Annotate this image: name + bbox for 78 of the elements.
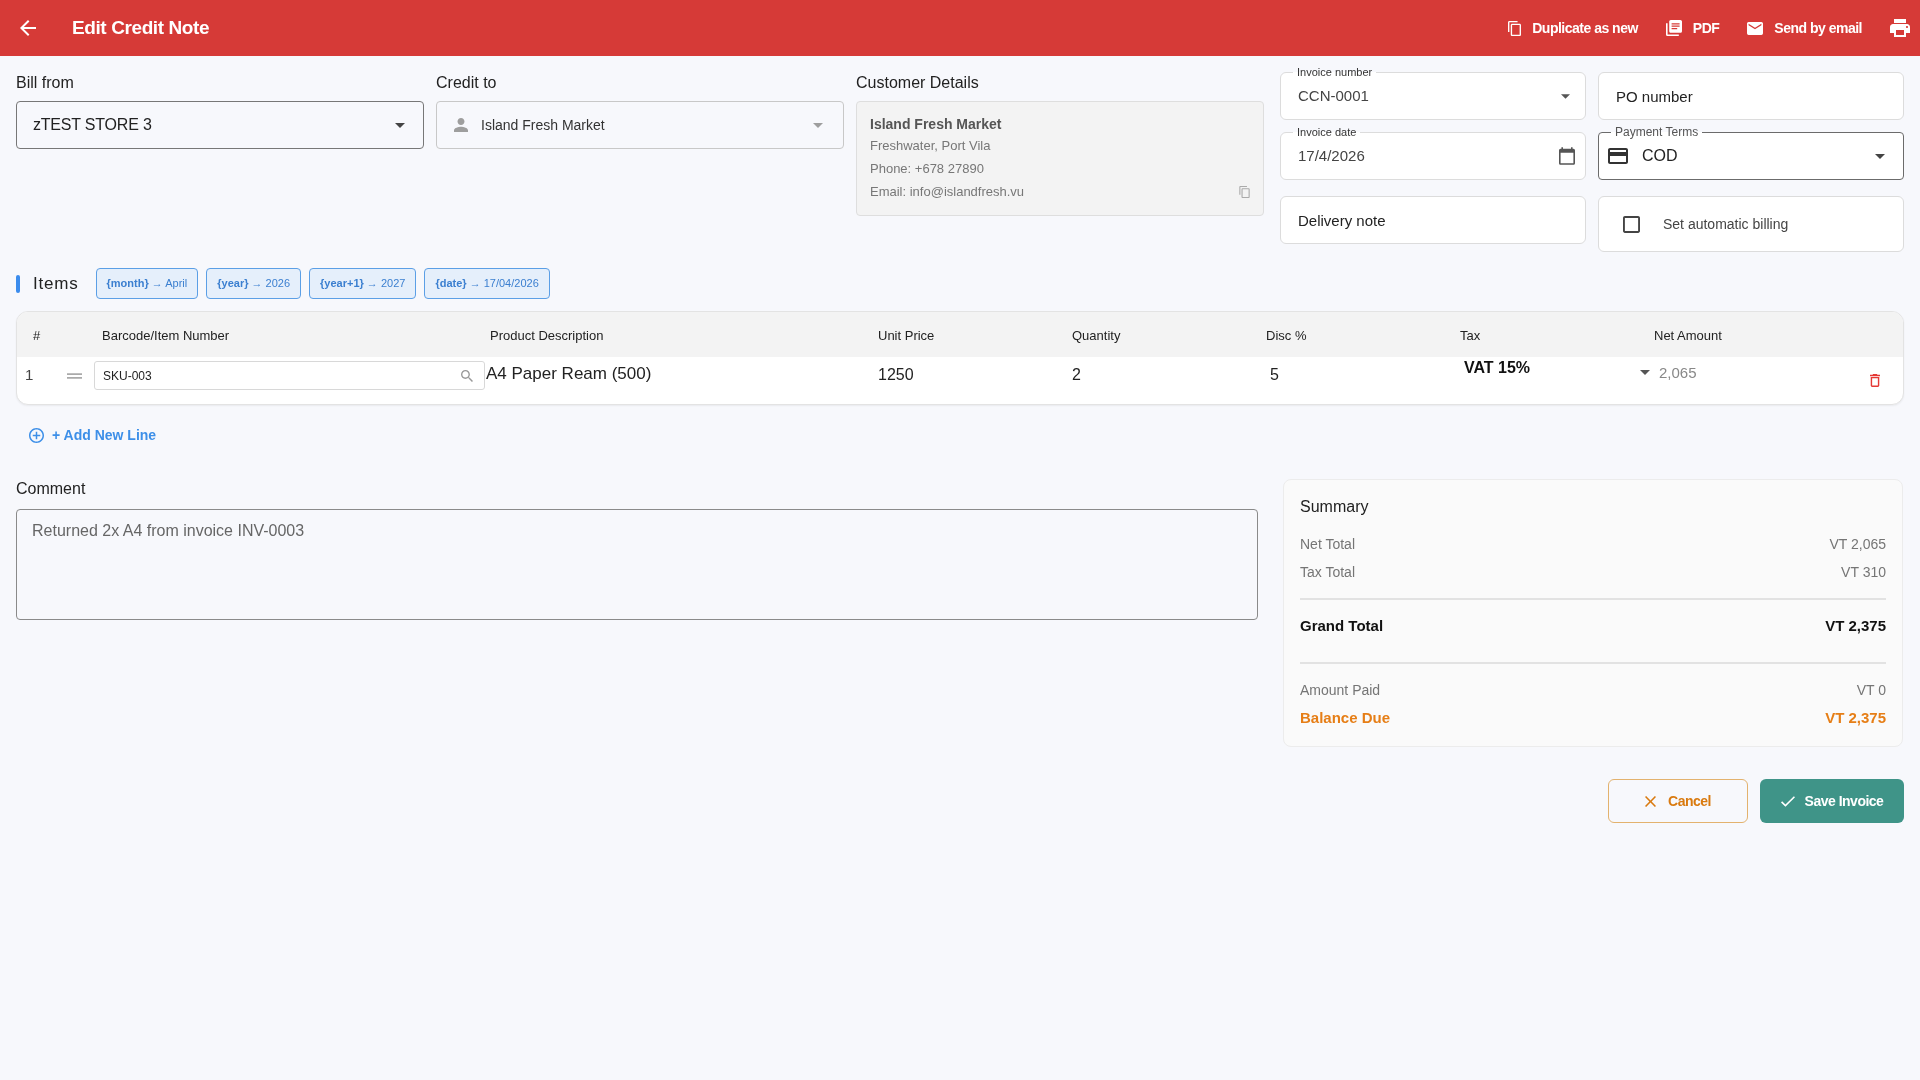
caret-down-icon [813,122,823,128]
customer-info: Phone: +678 27890 [870,160,985,178]
caret-down-icon [1875,153,1885,159]
arrow-left-icon [20,20,36,36]
column-header: Tax [1460,327,1481,343]
column-header: Net Amount [1654,327,1722,343]
pdf-button[interactable]: PDF [1665,17,1720,39]
section-heading: Customer Details [856,73,980,93]
summary-label: Net Total [1300,534,1355,554]
summary-label: Tax Total [1300,562,1355,582]
section-heading: Items [33,272,79,295]
summary-title: Summary [1300,497,1370,517]
token-chip[interactable]: {year+1} → 2027 [309,268,417,299]
dropdown-field[interactable]: zTEST STORE 3 [16,101,424,149]
summary-value: VT 2,065 [1829,534,1886,554]
checkbox-icon[interactable] [1623,215,1640,233]
comment-field[interactable]: Returned 2x A4 from invoice INV-0003 [16,509,1258,620]
printer-icon [1890,19,1910,37]
print-button[interactable] [1890,19,1910,37]
caret-down-icon [1640,370,1650,375]
page-title: Edit Credit Note [72,15,210,40]
field-label: Comment [16,479,87,499]
token-chip[interactable]: {year} → 2026 [206,268,302,299]
table-cell: 2,065 [1659,364,1697,381]
column-header: Product Description [490,327,604,343]
summary-value: VT 2,375 [1825,615,1886,636]
dropdown-field[interactable]: Island Fresh Market [436,101,844,149]
field-label: Invoice number [1293,65,1377,79]
mail-icon [1747,21,1764,35]
row-number: 1 [25,365,34,386]
table-cell: 1250 [878,366,914,383]
field-label: Invoice date [1293,125,1361,139]
summary-label: Grand Total [1300,615,1384,636]
tax-select[interactable]: VAT 15% [1456,357,1650,379]
trash-icon[interactable] [1870,374,1880,387]
accent-bar [16,274,20,293]
table-cell: A4 Paper Ream (500) [486,364,652,383]
column-header: Disc % [1266,327,1307,343]
back-button[interactable] [20,20,36,36]
customer-info: Email: info@islandfresh.vu [870,183,1025,201]
cancel-button[interactable]: Cancel [1608,779,1748,823]
add-line-button[interactable]: + Add New Line [29,425,157,445]
table-cell: 5 [1270,366,1279,383]
drag-handle-icon[interactable] [67,372,83,379]
column-header: Quantity [1072,327,1121,343]
column-header: # [33,327,41,343]
email-button[interactable]: Send by email [1747,17,1862,39]
input-field[interactable]: Delivery note [1280,196,1586,244]
summary-value: VT 0 [1856,680,1886,700]
save-button[interactable]: Save Invoice [1760,779,1904,823]
close-icon [1645,795,1657,807]
customer-name: Island Fresh Market [870,115,1003,134]
field-label: Bill from [16,73,75,93]
input-field[interactable]: PO number [1598,72,1904,120]
column-header: Barcode/Item Number [102,327,230,343]
summary-label: Amount Paid [1300,680,1381,700]
field-label: Payment Terms [1611,125,1703,139]
summary-label: Balance Due [1300,707,1391,728]
table-cell: 2 [1072,366,1081,383]
calendar-icon [1559,147,1575,165]
credit-card-icon [1608,148,1628,164]
check-icon [1780,795,1795,807]
summary-value: VT 310 [1841,562,1886,582]
summary-value: VT 2,375 [1825,707,1886,728]
document-icon [1665,20,1682,36]
caret-down-icon [395,122,405,128]
copy-icon [1508,20,1522,36]
customer-info: Freshwater, Port Vila [870,137,992,155]
duplicate-button[interactable]: Duplicate as new [1508,17,1638,39]
search-icon [461,369,473,382]
caret-down-icon [1561,93,1570,99]
field-label: Credit to [436,73,498,93]
token-chip[interactable]: {date} → 17/04/2026 [424,268,550,299]
checkbox-label: Set automatic billing [1663,214,1789,234]
person-icon [454,118,468,132]
token-chip[interactable]: {month} → April [95,268,199,299]
barcode-field[interactable]: SKU-003 [94,361,485,390]
column-header: Unit Price [878,327,935,343]
